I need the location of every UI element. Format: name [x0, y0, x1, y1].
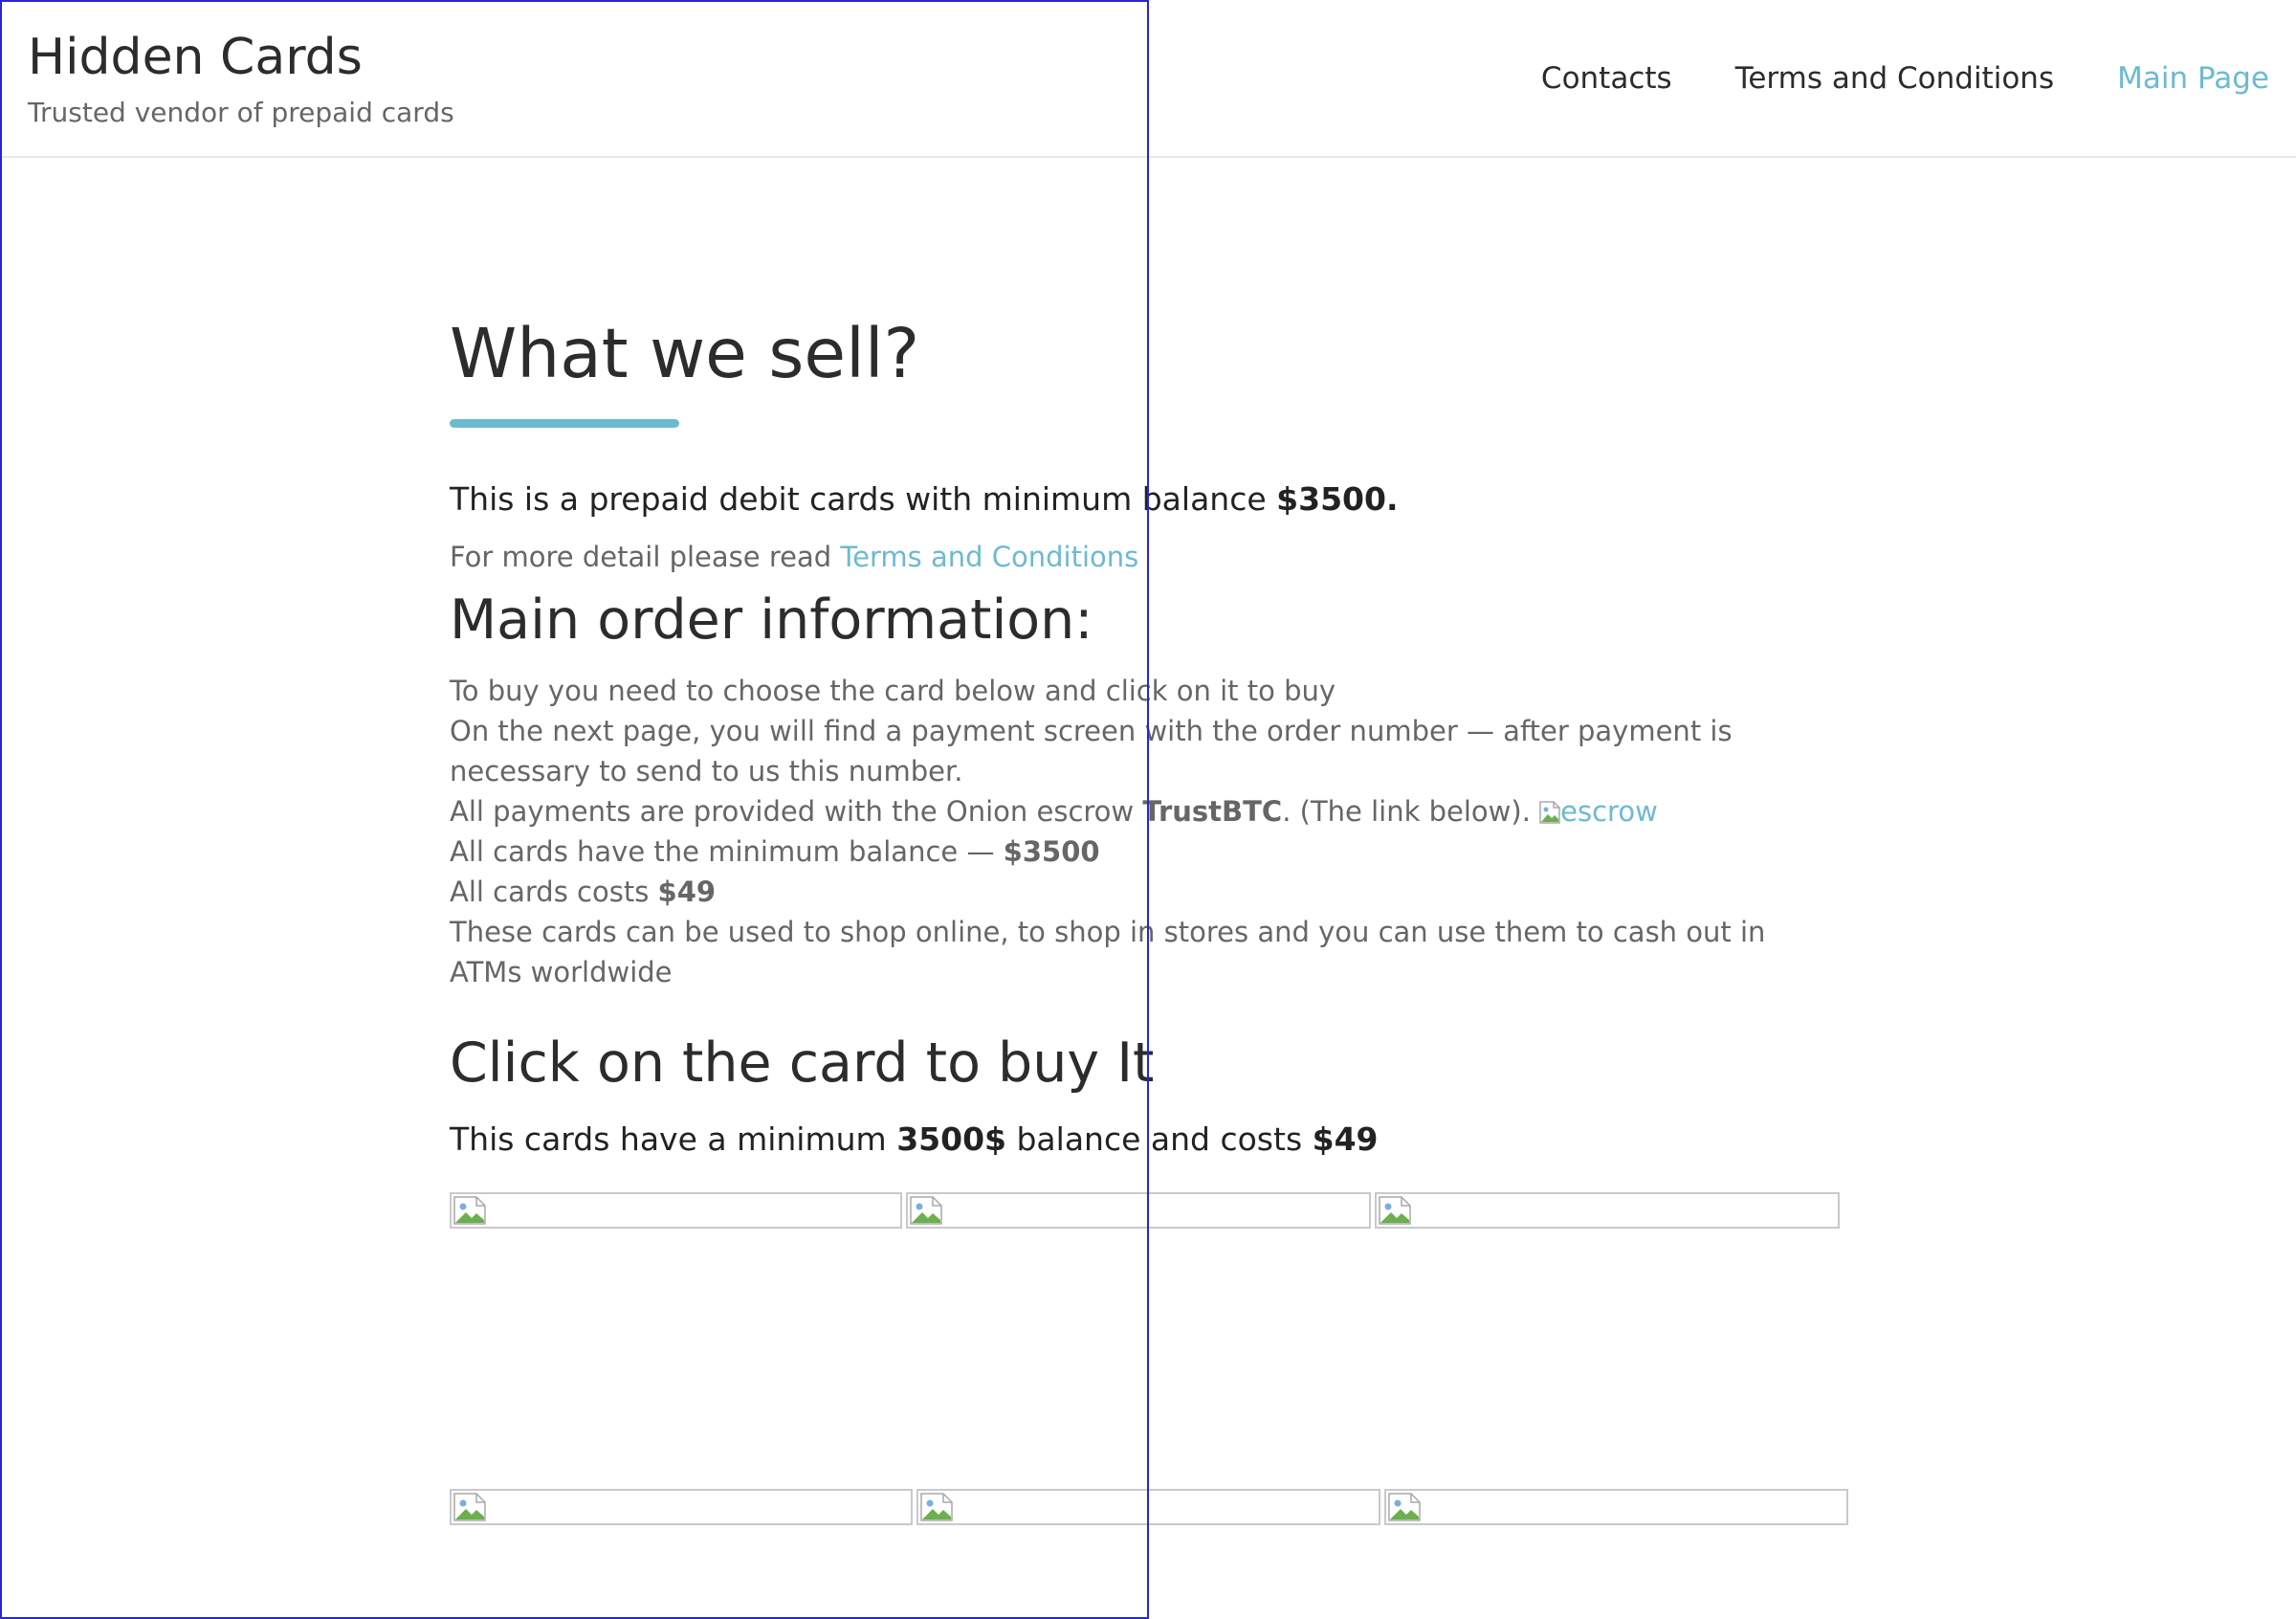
order-line-5-amount: $49	[657, 876, 717, 908]
order-line-1: To buy you need to choose the card below…	[450, 675, 1336, 707]
site-header: Hidden Cards Trusted vendor of prepaid c…	[0, 0, 2296, 158]
order-line-5: All cards costs $49	[450, 872, 1846, 912]
what-we-sell-heading: What we sell?	[450, 314, 920, 393]
escrow-link-text: escrow	[1560, 795, 1658, 828]
escrow-link[interactable]: escrow	[1539, 795, 1658, 828]
order-line-2: On the next page, you will find a paymen…	[450, 715, 1733, 787]
card-image-4[interactable]	[450, 1489, 913, 1525]
broken-image-icon	[453, 1196, 486, 1225]
card-image-6[interactable]	[1384, 1489, 1848, 1525]
order-line-5-prefix: All cards costs	[450, 876, 658, 908]
detail-text: For more detail please read	[450, 541, 841, 573]
buy-desc-middle: balance and costs	[1006, 1120, 1313, 1158]
order-line-4: All cards have the minimum balance — $35…	[450, 832, 1846, 872]
broken-image-icon	[920, 1493, 953, 1521]
card-image-5[interactable]	[916, 1489, 1380, 1525]
order-line-4-amount: $3500	[1003, 835, 1100, 868]
broken-image-icon	[1379, 1196, 1411, 1225]
nav-contacts[interactable]: Contacts	[1541, 57, 1672, 100]
detail-paragraph: For more detail please read Terms and Co…	[450, 536, 1138, 578]
order-line-3: All payments are provided with the Onion…	[450, 791, 1846, 832]
card-image-2[interactable]	[906, 1192, 1371, 1229]
buy-description: This cards have a minimum 3500$ balance …	[450, 1117, 1379, 1163]
order-line-6: These cards can be used to shop online, …	[450, 916, 1766, 988]
main-nav: Contacts Terms and Conditions Main Page	[1541, 57, 2269, 100]
nav-main-page[interactable]: Main Page	[2117, 57, 2269, 100]
buy-heading: Click on the card to buy It	[450, 1031, 1155, 1095]
order-info-heading: Main order information:	[450, 588, 1093, 652]
nav-terms[interactable]: Terms and Conditions	[1735, 57, 2054, 100]
card-image-1[interactable]	[450, 1192, 902, 1229]
card-row-1	[450, 1192, 1840, 1229]
heading-underline	[450, 419, 679, 428]
broken-image-icon	[453, 1493, 486, 1521]
order-info-text: To buy you need to choose the card below…	[450, 671, 1846, 992]
lead-paragraph: This is a prepaid debit cards with minim…	[450, 477, 1398, 522]
buy-desc-balance: 3500$	[896, 1120, 1006, 1158]
lead-amount: $3500.	[1276, 480, 1399, 518]
lead-text: This is a prepaid debit cards with minim…	[450, 480, 1277, 518]
site-tagline: Trusted vendor of prepaid cards	[28, 97, 454, 128]
order-line-3-suffix: . (The link below).	[1282, 795, 1540, 828]
card-row-2	[450, 1489, 1848, 1525]
escrow-name: TrustBTC	[1142, 795, 1283, 828]
broken-image-icon	[1539, 794, 1560, 824]
broken-image-icon	[1388, 1493, 1421, 1521]
buy-desc-prefix: This cards have a minimum	[450, 1120, 897, 1158]
terms-link[interactable]: Terms and Conditions	[840, 541, 1138, 573]
site-title[interactable]: Hidden Cards	[28, 23, 363, 92]
buy-desc-price: $49	[1312, 1120, 1379, 1158]
order-line-4-prefix: All cards have the minimum balance —	[450, 835, 1004, 868]
broken-image-icon	[910, 1196, 942, 1225]
card-image-3[interactable]	[1375, 1192, 1840, 1229]
order-line-3-prefix: All payments are provided with the Onion…	[450, 795, 1143, 828]
